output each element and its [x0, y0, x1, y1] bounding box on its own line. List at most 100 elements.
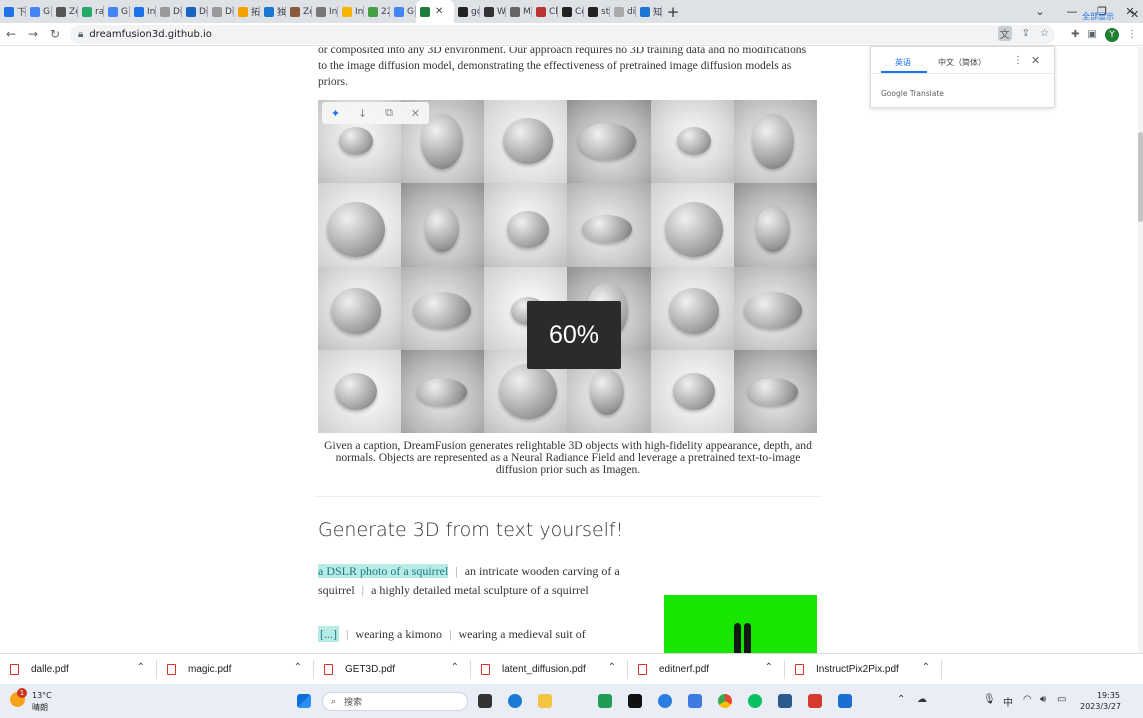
weather-widget[interactable]: 1 13°C 晴朗 [10, 688, 70, 714]
chevron-up-icon[interactable]: ⌃ [137, 662, 145, 673]
object-shape [425, 206, 460, 253]
browser-tab[interactable]: G dr [390, 0, 416, 23]
translate-menu-icon[interactable]: ⋮ [1013, 55, 1023, 66]
modifier-option[interactable]: wearing a medieval suit of [458, 627, 585, 641]
browser-tab[interactable]: G Ac [26, 0, 52, 23]
prompt-option[interactable]: a DSLR photo of a squirrel [318, 564, 449, 578]
close-icon[interactable]: ✕ [411, 107, 420, 120]
browser-tab[interactable]: Me [506, 0, 532, 23]
start-windows-icon[interactable] [297, 694, 311, 708]
app-icon[interactable] [838, 694, 852, 708]
browser-tab[interactable]: Co [558, 0, 584, 23]
menu-kebab-icon[interactable]: ⋮ [1127, 29, 1137, 40]
chevron-up-icon[interactable]: ⌃ [294, 662, 302, 673]
download-item[interactable]: magic.pdf ⌃ [157, 654, 314, 685]
address-bar[interactable]: 🔒︎ dreamfusion3d.github.io 文 ⇪ ☆ [70, 25, 1055, 44]
browser-tab[interactable]: dis [610, 0, 636, 23]
profile-avatar[interactable]: Y [1105, 27, 1119, 42]
forward-button[interactable]: → [22, 27, 44, 41]
prompt-option[interactable]: a highly detailed metal sculpture of a s… [371, 583, 589, 597]
app-icon[interactable] [688, 694, 702, 708]
browser-tab[interactable]: go [454, 0, 480, 23]
browser-tab[interactable]: Dil [208, 0, 234, 23]
share-icon[interactable]: ⇪ [1022, 28, 1030, 39]
taskbar-search[interactable]: ⌕ 搜索 [322, 692, 468, 711]
ime-indicator[interactable]: 中 [1003, 694, 1013, 709]
show-all-downloads-link[interactable]: 全部显示 [1082, 11, 1114, 22]
chevron-up-icon[interactable]: ⌃ [608, 662, 616, 673]
copy-icon[interactable]: ⧉ [385, 106, 393, 120]
download-item[interactable]: dalle.pdf ⌃ [0, 654, 157, 685]
tab-search-icon[interactable]: ⌄ [1024, 0, 1056, 23]
download-item[interactable]: InstructPix2Pix.pdf ⌃ [785, 654, 942, 685]
pdf-file-icon [638, 663, 647, 675]
browser-tab[interactable]: 独 孩 [260, 0, 286, 23]
app-icon[interactable] [628, 694, 642, 708]
wifi-icon[interactable]: ◠ [1023, 694, 1032, 705]
modifier-option[interactable]: wearing a kimono [355, 627, 442, 641]
browser-tab[interactable]: Ins [312, 0, 338, 23]
close-tab-icon[interactable]: ✕ [435, 6, 443, 17]
browser-tab[interactable]: G Inc [104, 0, 130, 23]
edge-icon[interactable] [508, 694, 522, 708]
battery-icon[interactable]: ▭ [1057, 694, 1066, 705]
side-panel-icon[interactable]: ▣ [1088, 29, 1097, 40]
task-view-icon[interactable] [478, 694, 492, 708]
wps-icon[interactable] [808, 694, 822, 708]
download-item[interactable]: GET3D.pdf ⌃ [314, 654, 471, 685]
scrollbar-thumb[interactable] [1138, 132, 1143, 222]
onedrive-icon[interactable]: ☁ [917, 694, 927, 705]
download-item[interactable]: latent_diffusion.pdf ⌃ [471, 654, 628, 685]
browser-tab[interactable]: Inc [130, 0, 156, 23]
chrome-icon[interactable] [718, 694, 732, 708]
file-explorer-icon[interactable] [538, 694, 552, 708]
object-shape [676, 127, 711, 155]
close-download-shelf-icon[interactable]: ✕ [1130, 8, 1139, 21]
reload-button[interactable]: ↻ [44, 27, 66, 41]
tray-overflow-chevron-icon[interactable]: ⌃ [897, 694, 905, 705]
wechat-icon[interactable] [748, 694, 762, 708]
back-button[interactable]: ← [0, 27, 22, 41]
browser-tab[interactable]: 拓 [234, 0, 260, 23]
visual-search-icon[interactable]: ✦ [331, 107, 340, 120]
modifier-option[interactable]: [...] [318, 626, 339, 642]
browser-tab[interactable]: W De [480, 0, 506, 23]
chevron-up-icon[interactable]: ⌃ [451, 662, 459, 673]
weather-temp: 13°C [32, 691, 52, 700]
volume-icon[interactable]: 🔊︎ [1040, 694, 1046, 705]
app-icon[interactable] [598, 694, 612, 708]
chevron-up-icon[interactable]: ⌃ [765, 662, 773, 673]
browser-tab[interactable]: ste [584, 0, 610, 23]
object-shape [417, 377, 468, 406]
new-tab-button[interactable]: + [662, 3, 684, 21]
browser-tab[interactable]: ran [78, 0, 104, 23]
chevron-up-icon[interactable]: ⌃ [922, 662, 930, 673]
browser-tab[interactable]: Dil [156, 0, 182, 23]
page-scrollbar[interactable] [1138, 47, 1143, 653]
translate-icon[interactable]: 文 [997, 26, 1012, 41]
browser-tab[interactable]: Zer [286, 0, 312, 23]
object-shape [743, 292, 802, 329]
tab-favicon-icon [458, 6, 468, 17]
download-icon[interactable]: ↓ [358, 107, 367, 120]
browser-tab[interactable]: Ch [532, 0, 558, 23]
translate-tab-target[interactable]: 中文（简体） [938, 57, 986, 68]
bookmark-star-icon[interactable]: ☆ [1040, 28, 1049, 39]
browser-tab[interactable]: 知 [636, 0, 662, 23]
browser-tab-active[interactable]: ✕ [416, 0, 454, 23]
browser-tab[interactable]: 下̇ [0, 0, 26, 23]
translate-tab-source[interactable]: 英语 [895, 57, 911, 68]
object-shape [672, 373, 715, 411]
edge-icon[interactable] [658, 694, 672, 708]
download-item[interactable]: editnerf.pdf ⌃ [628, 654, 785, 685]
extensions-icon[interactable]: ✚ [1071, 29, 1079, 40]
browser-tab[interactable]: Zer [52, 0, 78, 23]
system-clock[interactable]: 19:35 2023/3/27 [1080, 690, 1121, 712]
browser-tab[interactable]: Dil [182, 0, 208, 23]
microphone-icon[interactable]: 🎙︎ [983, 694, 996, 705]
translate-close-icon[interactable]: ✕ [1031, 54, 1040, 67]
app-icon[interactable] [778, 694, 792, 708]
browser-tab[interactable]: 22 [364, 0, 390, 23]
browser-tab[interactable]: Ins [338, 0, 364, 23]
tab-label: Ch [549, 6, 558, 17]
